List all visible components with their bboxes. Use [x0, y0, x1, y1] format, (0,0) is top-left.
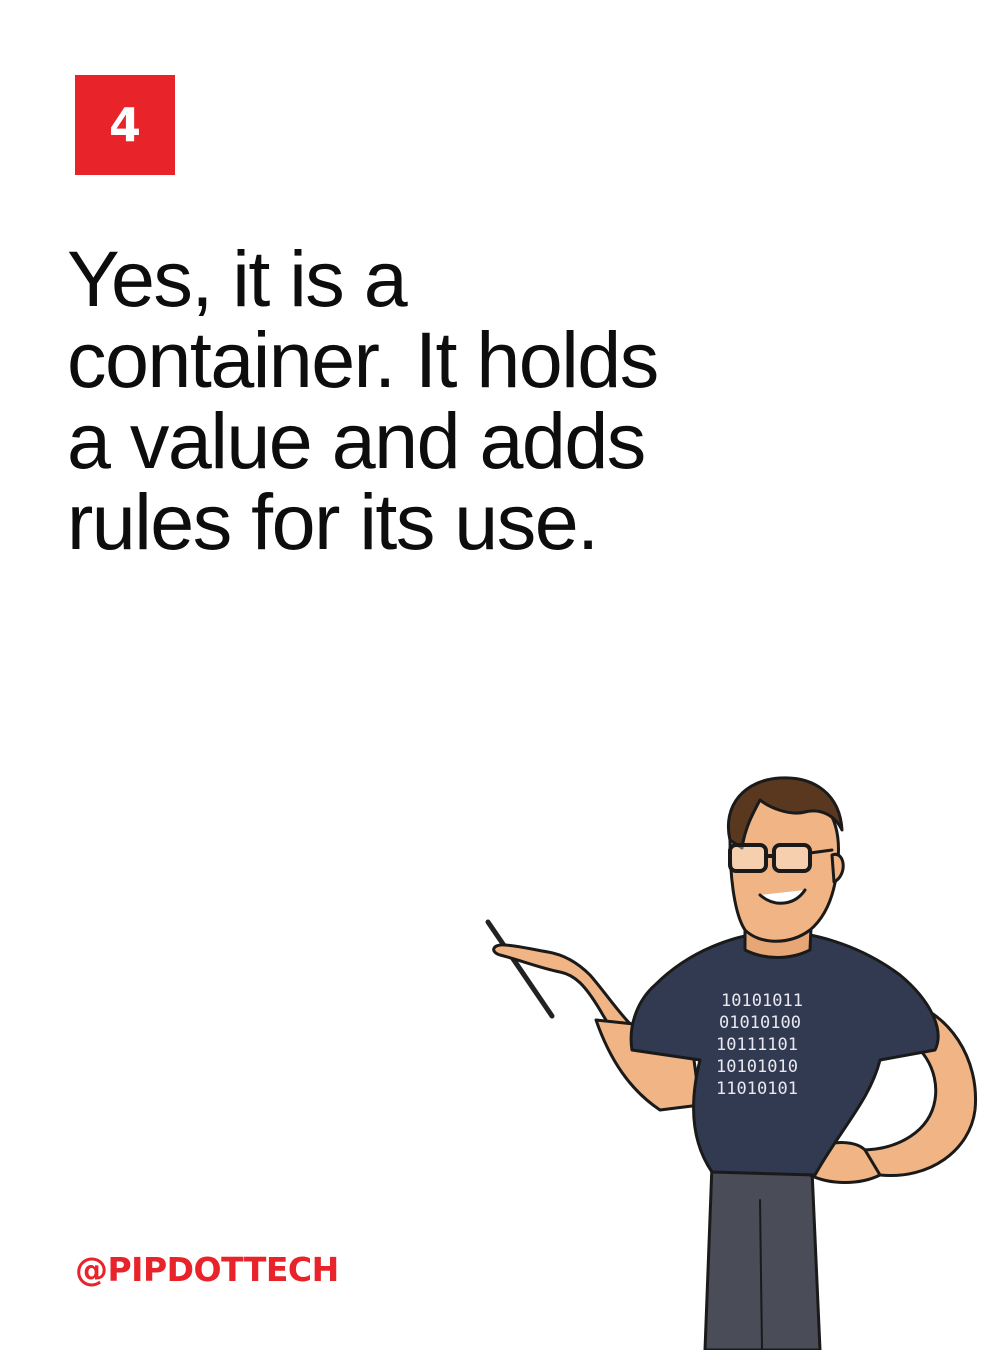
shirt-binary-text: 10101011 01010100 10111101 10101010 1101… — [716, 991, 803, 1099]
headline: Yes, it is a container. It holds a value… — [67, 238, 767, 562]
shirt-binary-line-1: 10101011 — [721, 991, 803, 1011]
shirt-binary-line-4: 10101010 — [716, 1057, 798, 1077]
shirt-binary-line-3: 10111101 — [716, 1035, 798, 1055]
headline-line-3: a value and adds — [67, 396, 646, 485]
shirt-binary-line-2: 01010100 — [719, 1013, 801, 1033]
slide-number: 4 — [108, 98, 141, 152]
shirt-binary-line-5: 11010101 — [716, 1079, 798, 1099]
headline-line-1: Yes, it is a — [67, 234, 408, 323]
headline-line-2: container. It holds — [67, 315, 659, 404]
slide-number-badge: 4 — [75, 75, 175, 175]
mascot-illustration: 10101011 01010100 10111101 10101010 1101… — [485, 776, 978, 1350]
headline-line-4: rules for its use. — [67, 477, 599, 566]
brand-handle: @PIPDOTTECH — [75, 1250, 339, 1289]
